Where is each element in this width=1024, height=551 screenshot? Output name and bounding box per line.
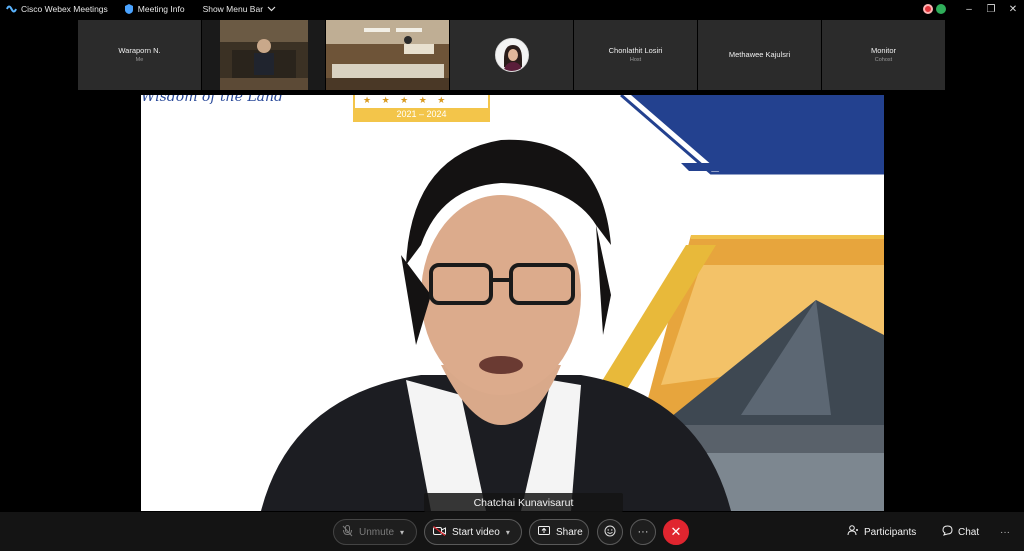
show-menu-bar-label: Show Menu Bar: [202, 4, 264, 14]
slide-script-text: Wisdom of the Land: [141, 95, 283, 105]
app-title: Cisco Webex Meetings: [0, 0, 114, 18]
show-menu-bar-button[interactable]: Show Menu Bar: [197, 0, 282, 18]
participant-tile-monitor[interactable]: Monitor Cohost: [822, 20, 945, 90]
close-window-button[interactable]: ✕: [1002, 0, 1024, 18]
participant-strip: Waraporn N. Me Chonlathit Losiri Host Me…: [78, 20, 946, 90]
participant-room-video-icon: [326, 20, 449, 90]
meeting-info-button[interactable]: Meeting Info: [118, 0, 191, 18]
chevron-down-icon[interactable]: ▾: [400, 528, 404, 537]
app-name: Cisco Webex Meetings: [21, 4, 108, 14]
participant-tile-video-2[interactable]: [326, 20, 449, 90]
participant-name: Chonlathit Losiri: [608, 46, 663, 55]
info-icon: [124, 4, 134, 14]
participant-tile-avatar[interactable]: [450, 20, 573, 90]
participant-tile-methawee[interactable]: Methawee Kajulsri: [698, 20, 821, 90]
control-bar: Unmute ▾ Start video ▾ Share ··· ✕ Parti…: [0, 512, 1024, 551]
slide-years: 2021 – 2024: [396, 109, 447, 119]
title-bar: Cisco Webex Meetings Meeting Info Show M…: [0, 0, 1024, 18]
participants-button[interactable]: Participants: [847, 519, 916, 545]
participant-role: Cohost: [874, 57, 893, 63]
participant-name: Monitor: [870, 46, 896, 55]
share-screen-icon: [538, 525, 550, 539]
participant-role: Me: [135, 57, 144, 63]
share-label: Share: [556, 526, 583, 538]
speaker-video-frame: [141, 95, 884, 511]
restore-button[interactable]: ❐: [980, 0, 1002, 18]
network-status-icon[interactable]: [936, 4, 946, 14]
chat-label: Chat: [958, 526, 980, 538]
user-photo-icon: [495, 39, 528, 71]
recording-indicator-icon[interactable]: [923, 4, 933, 14]
active-speaker-video[interactable]: Wisdom of the Land ★ ★ ★ ★ ★ 2021 – 2024: [141, 95, 884, 511]
participants-label: Participants: [864, 526, 917, 538]
unmute-button[interactable]: Unmute ▾: [333, 519, 417, 545]
chat-bubble-icon: [942, 525, 953, 539]
webex-logo-icon: [6, 4, 17, 14]
participant-video-icon: [220, 20, 308, 90]
microphone-muted-icon: [342, 524, 353, 540]
participant-avatar: [494, 38, 529, 72]
leave-meeting-button[interactable]: ✕: [663, 519, 689, 545]
participant-name: Methawee Kajulsri: [728, 50, 791, 59]
slide-stars: ★ ★ ★ ★ ★: [363, 95, 450, 105]
participant-name: Waraporn N.: [118, 46, 161, 55]
share-button[interactable]: Share: [529, 519, 589, 545]
participants-icon: [847, 525, 859, 539]
chevron-down-icon: [267, 6, 276, 12]
emoji-smile-icon: [604, 525, 616, 540]
reactions-button[interactable]: [597, 519, 623, 545]
speaker-name-label: Chatchai Kunavisarut: [424, 493, 623, 512]
start-video-label: Start video: [452, 526, 500, 538]
meeting-info-label: Meeting Info: [137, 4, 185, 14]
start-video-button[interactable]: Start video ▾: [424, 519, 522, 545]
participant-tile-self[interactable]: Waraporn N. Me: [78, 20, 201, 90]
minimize-button[interactable]: –: [958, 0, 980, 18]
chat-button[interactable]: Chat: [942, 519, 979, 545]
participant-tile-host[interactable]: Chonlathit Losiri Host: [574, 20, 697, 90]
overflow-menu-button[interactable]: ···: [1000, 519, 1010, 545]
video-off-icon: [433, 525, 446, 539]
more-options-button[interactable]: ···: [630, 519, 656, 545]
participant-role: Host: [629, 57, 642, 63]
unmute-label: Unmute: [359, 526, 395, 538]
chevron-down-icon[interactable]: ▾: [506, 528, 510, 537]
participant-tile-video-1[interactable]: [202, 20, 325, 90]
